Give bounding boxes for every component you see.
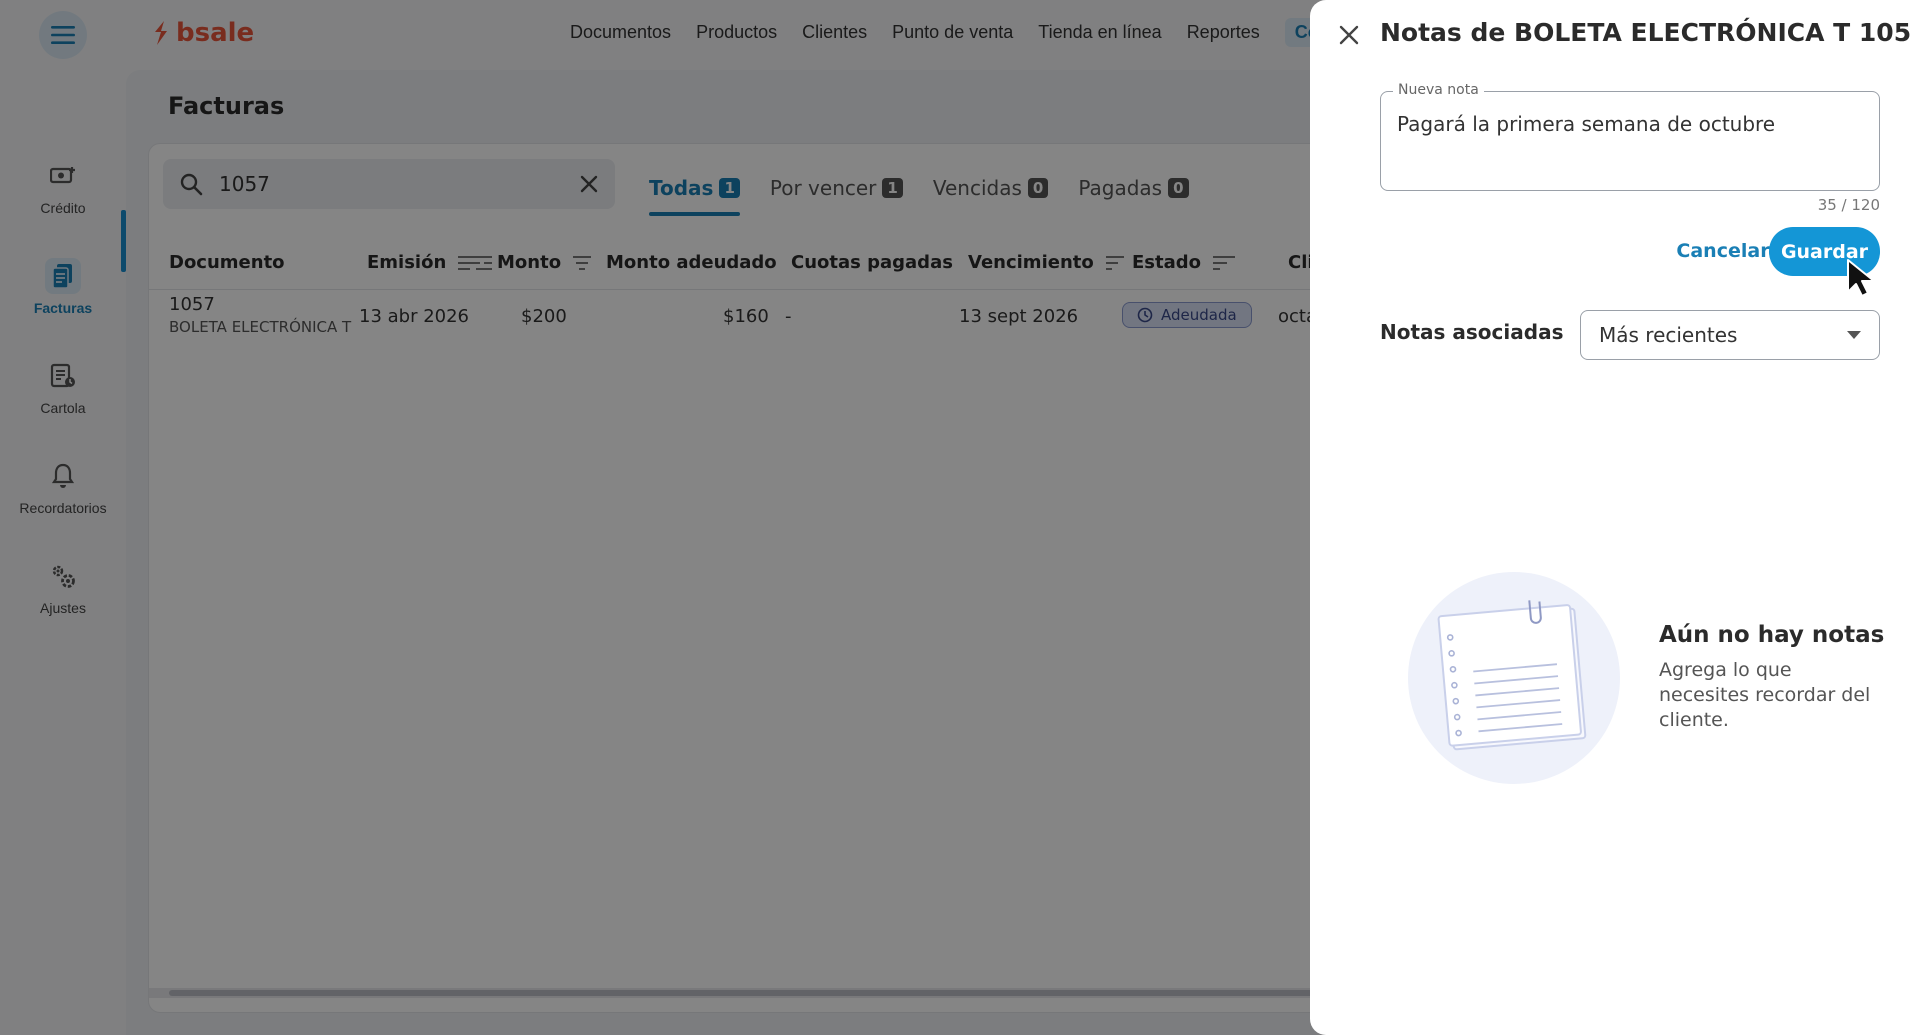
new-note-value: Pagará la primera semana de octubre (1397, 112, 1776, 136)
empty-state-title: Aún no hay notas (1659, 622, 1885, 648)
mouse-cursor-icon (1847, 259, 1875, 297)
empty-state-description: Agrega lo que necesites recordar del cli… (1659, 659, 1871, 731)
drawer-title: Notas de BOLETA ELECTRÓNICA T 1057 (1380, 18, 1910, 47)
associated-notes-label: Notas asociadas (1380, 320, 1564, 344)
notes-sort-select[interactable]: Más recientes (1580, 310, 1880, 360)
close-drawer-button[interactable] (1334, 20, 1364, 50)
character-counter: 35 / 120 (1817, 196, 1880, 214)
empty-notes-illustration (1408, 572, 1620, 784)
close-icon (1339, 25, 1359, 45)
new-note-label: Nueva nota (1393, 82, 1484, 98)
notes-drawer: Notas de BOLETA ELECTRÓNICA T 1057 Nueva… (1310, 0, 1910, 1035)
dropdown-caret-icon (1847, 331, 1861, 339)
notepad-icon (1437, 600, 1587, 751)
new-note-textarea[interactable]: Nueva nota Pagará la primera semana de o… (1380, 82, 1880, 191)
cancel-button[interactable]: Cancelar (1660, 227, 1786, 275)
sort-select-value: Más recientes (1599, 323, 1738, 347)
